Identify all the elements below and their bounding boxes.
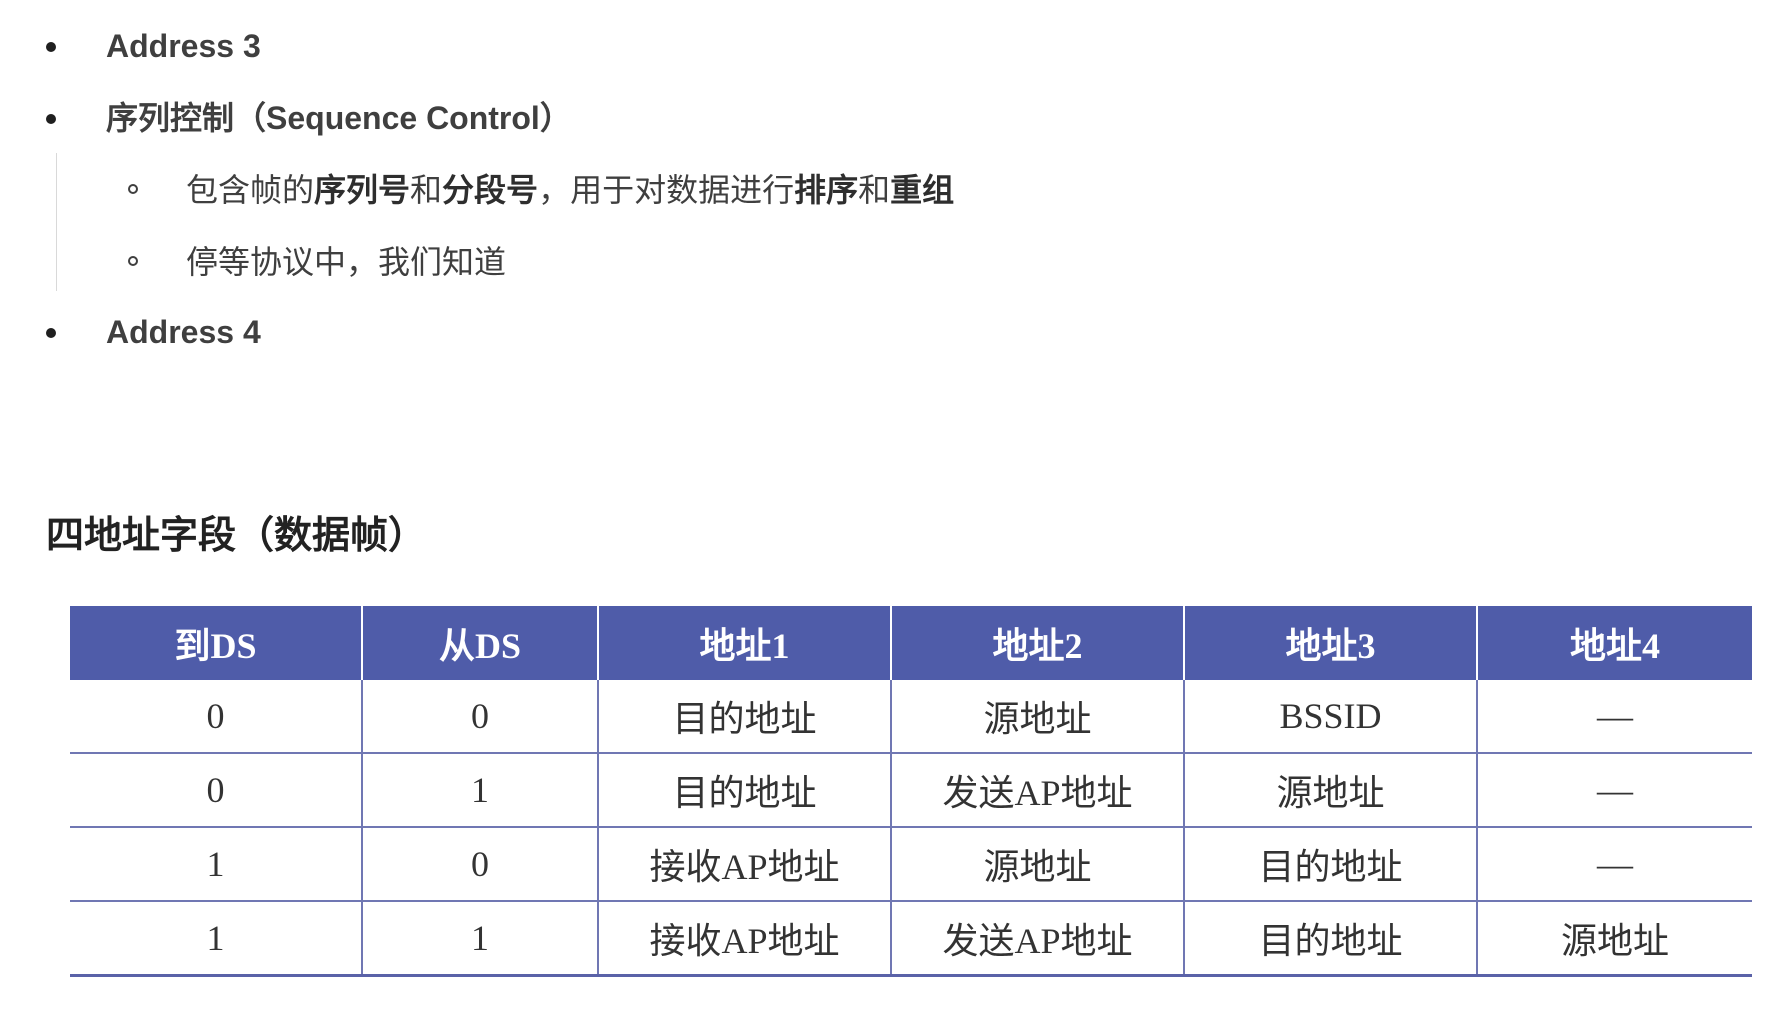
table-cell: 发送AP地址 bbox=[890, 901, 1184, 977]
table-cell: — bbox=[1476, 753, 1752, 828]
table-cell: 目的地址 bbox=[597, 753, 891, 828]
emphasized-text: 分段号 bbox=[442, 172, 539, 208]
table-cell: — bbox=[1476, 680, 1752, 754]
table-header-row: 到DS 从DS 地址1 地址2 地址3 地址4 bbox=[70, 606, 1752, 680]
emphasized-text: 排序 bbox=[794, 172, 859, 208]
table-header-cell: 地址3 bbox=[1183, 606, 1477, 680]
table-cell: 1 bbox=[361, 901, 598, 977]
table-cell: 接收AP地址 bbox=[597, 827, 891, 902]
list-item-text: 序列控制（Sequence Control） bbox=[106, 100, 572, 136]
table-cell: 0 bbox=[70, 680, 362, 754]
table-row: 0 1 目的地址 发送AP地址 源地址 — bbox=[70, 753, 1752, 828]
table-header-cell: 地址2 bbox=[890, 606, 1184, 680]
text-run: 和 bbox=[858, 172, 891, 208]
bullet-dot-icon bbox=[46, 42, 56, 52]
text-run: 和 bbox=[410, 172, 443, 208]
table-cell: 1 bbox=[70, 901, 362, 977]
table-cell: 1 bbox=[361, 753, 598, 828]
emphasized-text: 重组 bbox=[890, 172, 955, 208]
table-cell: 0 bbox=[361, 680, 598, 754]
text-run: 包含帧的 bbox=[186, 172, 315, 208]
section-heading: 四地址字段（数据帧） bbox=[46, 515, 427, 557]
bullet-dot-icon bbox=[46, 328, 56, 338]
table-header-cell: 到DS bbox=[70, 606, 362, 680]
table-row: 1 0 接收AP地址 源地址 目的地址 — bbox=[70, 827, 1752, 902]
bullet-dot-icon bbox=[46, 114, 56, 124]
table-header-cell: 从DS bbox=[361, 606, 598, 680]
address-table-figure: 到DS 从DS 地址1 地址2 地址3 地址4 0 0 目的地址 源地址 BSS… bbox=[70, 606, 1752, 977]
table-cell: 接收AP地址 bbox=[597, 901, 891, 977]
bullet-circle-icon bbox=[128, 256, 138, 266]
table-cell: 目的地址 bbox=[1183, 827, 1477, 902]
text-run: 停等协议中，我们知道 bbox=[186, 244, 507, 280]
table-cell: 源地址 bbox=[1476, 901, 1752, 977]
table-cell: 源地址 bbox=[890, 680, 1184, 754]
sub-list-item-text: 停等协议中，我们知道 bbox=[186, 242, 506, 282]
table-header-cell: 地址1 bbox=[597, 606, 891, 680]
table-cell: 1 bbox=[70, 827, 362, 902]
table-cell: 发送AP地址 bbox=[890, 753, 1184, 828]
table-row: 0 0 目的地址 源地址 BSSID — bbox=[70, 680, 1752, 754]
table-cell: BSSID bbox=[1183, 680, 1477, 754]
sub-list-item-text: 包含帧的序列号和分段号，用于对数据进行排序和重组 bbox=[186, 170, 954, 210]
nested-list-guide-line bbox=[56, 153, 57, 291]
table-cell: 目的地址 bbox=[1183, 901, 1477, 977]
table-cell: 目的地址 bbox=[597, 680, 891, 754]
table-cell: 0 bbox=[361, 827, 598, 902]
table-cell: — bbox=[1476, 827, 1752, 902]
table-cell: 0 bbox=[70, 753, 362, 828]
emphasized-text: 序列号 bbox=[314, 172, 411, 208]
bullet-circle-icon bbox=[128, 184, 138, 194]
address-table: 到DS 从DS 地址1 地址2 地址3 地址4 0 0 目的地址 源地址 BSS… bbox=[70, 606, 1752, 977]
text-run: ，用于对数据进行 bbox=[538, 172, 795, 208]
list-item-text: Address 4 bbox=[106, 314, 261, 350]
table-header-cell: 地址4 bbox=[1476, 606, 1752, 680]
table-cell: 源地址 bbox=[890, 827, 1184, 902]
table-cell: 源地址 bbox=[1183, 753, 1477, 828]
list-item-text: Address 3 bbox=[106, 28, 261, 64]
table-row: 1 1 接收AP地址 发送AP地址 目的地址 源地址 bbox=[70, 901, 1752, 977]
